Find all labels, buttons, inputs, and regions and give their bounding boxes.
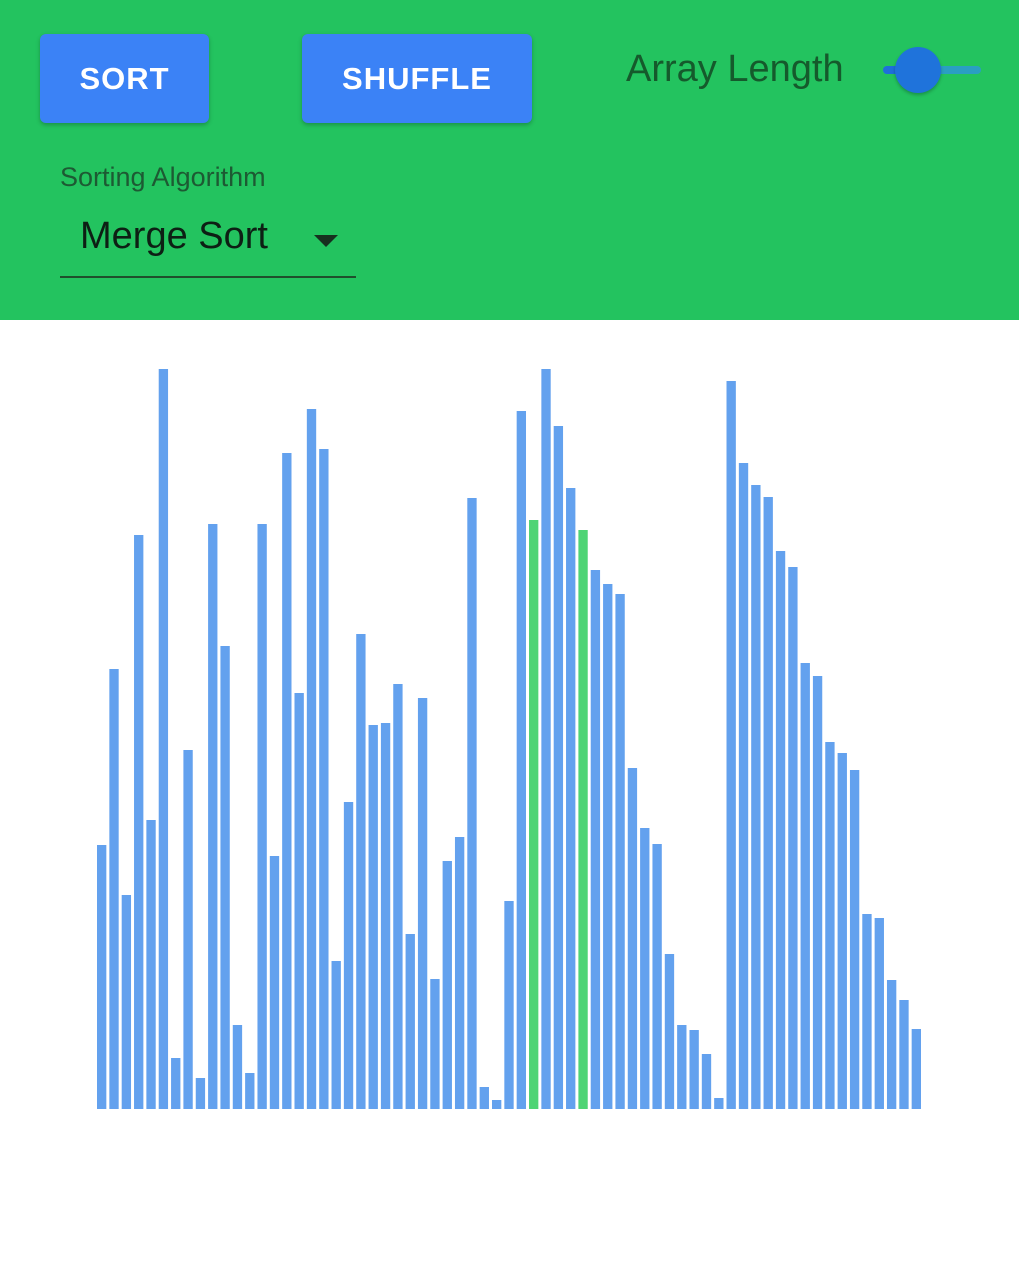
array-bar [479,1087,489,1109]
control-panel: SORT SHUFFLE Array Length Sorting Algori… [0,0,1019,320]
array-bar [800,663,810,1109]
array-bar [874,918,884,1109]
array-bar [306,409,317,1109]
array-bar [726,381,736,1109]
array-bar [751,485,761,1109]
array-bar [343,802,354,1109]
array-bar [245,1073,255,1109]
array-length-slider[interactable] [883,45,981,95]
array-bar [862,914,872,1109]
array-bar [393,684,403,1109]
array-bar [467,498,477,1109]
array-bar [269,856,280,1109]
array-bar [849,770,860,1109]
array-bar [208,524,218,1109]
array-bar [232,1025,243,1109]
array-bar [566,488,576,1109]
array-bar [837,753,847,1109]
array-bar [171,1058,181,1109]
array-bar [405,934,415,1109]
array-bar [282,453,292,1109]
array-bar [664,954,675,1109]
selected-algorithm: Merge Sort [80,215,268,257]
array-bar [763,497,773,1109]
array-bar-compared [529,520,539,1109]
array-bar [911,1029,921,1109]
array-bar [319,449,329,1109]
array-bar [134,535,144,1109]
array-bar [640,828,650,1109]
array-bars-chart [97,369,921,1109]
array-bar [220,646,230,1109]
array-bar [146,820,156,1109]
sorting-algorithm-select[interactable]: Merge Sort [60,205,356,278]
array-bar [121,895,132,1109]
array-bar [504,901,514,1109]
array-bar [553,426,564,1109]
array-bar [812,676,823,1109]
array-bar [516,411,527,1109]
array-bar [701,1054,712,1109]
array-bar [627,768,638,1109]
array-bar [788,567,798,1109]
array-bar [738,463,749,1109]
array-bar [356,634,366,1109]
sorting-algorithm-label: Sorting Algorithm [60,162,266,192]
array-bar [689,1030,699,1109]
array-bar [677,1025,687,1109]
array-bar [541,369,551,1109]
array-bar [183,750,193,1109]
array-bar [294,693,304,1109]
slider-thumb[interactable] [895,47,942,93]
array-bar [430,979,440,1109]
array-bar [109,669,119,1109]
array-bar [775,551,786,1109]
array-bar [603,584,613,1109]
array-bar [442,861,452,1109]
array-bar-compared [578,530,588,1109]
shuffle-button[interactable]: SHUFFLE [302,34,532,123]
array-bar [652,844,662,1109]
array-bar [454,837,465,1109]
array-bar [825,742,835,1109]
array-bar [417,698,428,1109]
sort-button[interactable]: SORT [40,34,209,123]
array-bar [886,980,897,1109]
array-bar [491,1100,502,1109]
array-bar [615,594,625,1109]
dropdown-arrow-icon [314,235,338,247]
array-bar [195,1078,206,1109]
array-bar [368,725,378,1109]
array-length-label: Array Length [626,48,844,90]
array-bar [331,961,341,1109]
array-bar [714,1098,724,1109]
array-bar [899,1000,909,1109]
array-bar [158,369,169,1109]
array-bar [97,845,107,1109]
array-bar [590,570,601,1109]
array-bar [257,524,267,1109]
array-bar [380,723,391,1109]
